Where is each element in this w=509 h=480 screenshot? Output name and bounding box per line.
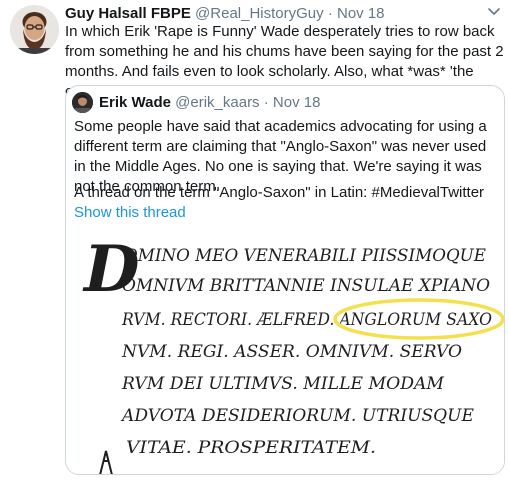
quoted-author-handle[interactable]: @erik_kaars <box>175 94 259 111</box>
manuscript-line-3: RVM. RECTORI. ÆLFRED. ANGLORUM SAXO <box>121 310 492 330</box>
show-thread-link[interactable]: Show this thread <box>74 203 186 223</box>
manuscript-image[interactable]: D OMINO MEO VENERABILI PIISSIMOQUE OMNIV… <box>66 229 504 474</box>
tweet-date[interactable]: Nov 18 <box>337 5 385 22</box>
quoted-tweet[interactable]: Erik Wade @erik_kaars · Nov 18 Some peop… <box>65 85 505 475</box>
separator: · <box>263 94 269 111</box>
manuscript-figure: D OMINO MEO VENERABILI PIISSIMOQUE OMNIV… <box>82 232 504 474</box>
manuscript-line-1: OMINO MEO VENERABILI PIISSIMOQUE <box>124 246 487 266</box>
manuscript-line-2: OMNIVM BRITTANNIE INSULAE XPIANO <box>122 276 490 296</box>
manuscript-line-5: RVM DEI ULTIMVS. MILLE MODAM <box>121 374 445 394</box>
separator: · <box>327 5 333 22</box>
author-name[interactable]: Guy Halsall FBPE <box>65 5 191 22</box>
quoted-header: Erik Wade @erik_kaars · Nov 18 <box>99 93 320 113</box>
chevron-down-icon[interactable] <box>485 2 503 20</box>
ornament-icon <box>99 450 113 474</box>
tweet-header: Guy Halsall FBPE @Real_HistoryGuy · Nov … <box>65 4 385 24</box>
tweet[interactable]: Guy Halsall FBPE @Real_HistoryGuy · Nov … <box>0 0 509 480</box>
quoted-thread-text: A thread on the term "Anglo-Saxon" in La… <box>74 184 485 201</box>
bearded-man-avatar-icon <box>10 5 59 54</box>
manuscript-line-7: VITAE. PROSPERITATEM. <box>126 438 376 458</box>
quoted-avatar[interactable] <box>72 92 93 113</box>
author-handle[interactable]: @Real_HistoryGuy <box>195 5 324 22</box>
manuscript-line-4: NVM. REGI. ASSER. OMNIVM. SERVO <box>121 342 462 362</box>
avatar[interactable] <box>10 5 59 54</box>
profile-photo-icon <box>72 92 93 113</box>
quoted-author-name[interactable]: Erik Wade <box>99 94 171 111</box>
quoted-date[interactable]: Nov 18 <box>273 94 321 111</box>
manuscript-line-6: ADVOTA DESIDERIORUM. UTRIUSQUE <box>120 406 475 426</box>
